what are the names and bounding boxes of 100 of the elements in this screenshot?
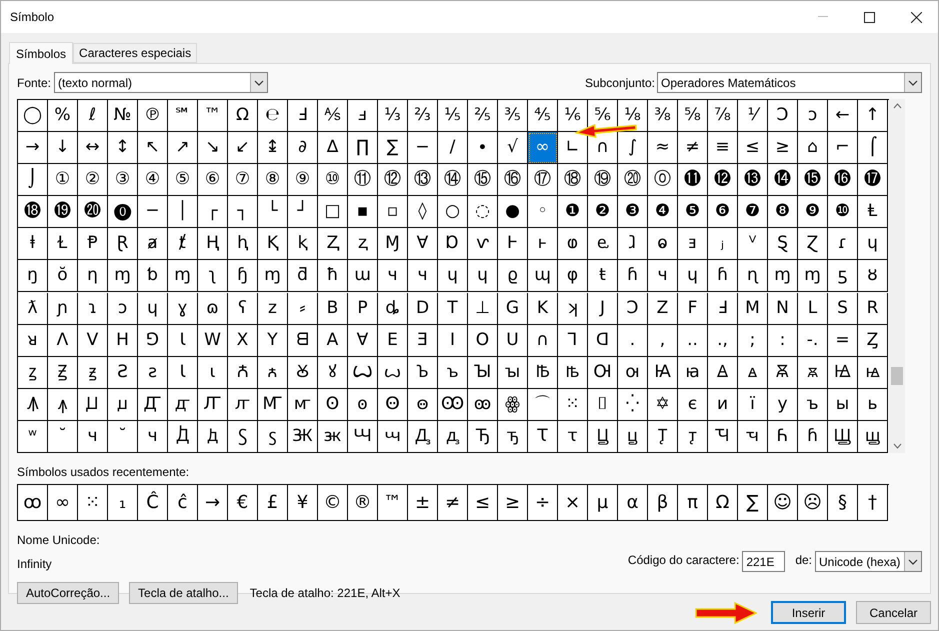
symbol[interactable]: ɧ bbox=[237, 267, 248, 284]
symbol[interactable]: Ꙅ bbox=[117, 364, 128, 381]
symbol[interactable]: ⑫ bbox=[384, 171, 401, 188]
scroll-up-icon[interactable] bbox=[892, 103, 902, 109]
symbol[interactable]: ɥ bbox=[867, 235, 878, 252]
symbol[interactable]: ꚗ bbox=[865, 428, 880, 445]
symbol[interactable]: ꚓ bbox=[746, 428, 759, 445]
symbol[interactable]: Ꙟ bbox=[27, 396, 38, 413]
symbol[interactable]: ы bbox=[836, 396, 850, 413]
symbol[interactable]: ⅙ bbox=[564, 107, 581, 124]
symbol[interactable]: ч bbox=[147, 428, 158, 445]
symbol[interactable]: ᗡ bbox=[596, 332, 610, 349]
symbol[interactable]: ᴚ bbox=[27, 332, 38, 349]
symbol[interactable]: ꙃ bbox=[88, 364, 96, 381]
symbol[interactable]: ч bbox=[657, 267, 668, 284]
symbol[interactable]: ƽ bbox=[838, 267, 848, 284]
symbol[interactable]: ꚏ bbox=[627, 428, 638, 445]
symbol[interactable]: ∏ bbox=[356, 139, 369, 156]
symbol[interactable]: ꙁ bbox=[28, 364, 36, 381]
symbol[interactable]: Ꙫ bbox=[385, 396, 400, 413]
symbol[interactable]: ꙉ bbox=[267, 364, 278, 381]
symbol[interactable]: ⅍ bbox=[324, 107, 341, 124]
maximize-icon[interactable] bbox=[864, 12, 875, 22]
symbol[interactable]: . bbox=[630, 332, 636, 349]
char-code-field[interactable]: 221E bbox=[742, 551, 786, 572]
symbol[interactable]: ɥ bbox=[687, 267, 698, 284]
symbol[interactable]: ɷ bbox=[206, 300, 219, 317]
symbol[interactable]: у bbox=[777, 396, 788, 413]
symbol[interactable]: Ꚃ bbox=[238, 428, 247, 445]
symbol[interactable]: ◯ bbox=[22, 107, 42, 124]
symbol[interactable]: ⅘ bbox=[534, 107, 551, 124]
symbol[interactable]: ⓳ bbox=[54, 203, 71, 220]
symbol[interactable]: ꙇ bbox=[210, 364, 216, 381]
symbol[interactable]: ❶ bbox=[564, 203, 580, 220]
symbol[interactable]: ④ bbox=[144, 171, 160, 188]
symbol[interactable]: Ꙓ bbox=[536, 364, 550, 381]
symbol[interactable]: Ꚋ bbox=[476, 428, 490, 445]
symbol[interactable]: ɾ bbox=[838, 235, 847, 252]
symbol[interactable]: Ꙑ bbox=[474, 364, 492, 381]
symbol[interactable]: Ȿ bbox=[777, 235, 788, 252]
dialog-button[interactable]: Cancelar bbox=[856, 601, 931, 624]
symbol[interactable]: ⱻ bbox=[688, 235, 697, 252]
symbol[interactable]: ❽ bbox=[774, 203, 790, 220]
close-icon[interactable] bbox=[911, 12, 922, 22]
symbol[interactable]: ˘ bbox=[118, 428, 127, 445]
symbol[interactable]: ⱹ bbox=[628, 235, 636, 252]
symbol[interactable]: ꙍ bbox=[384, 364, 402, 381]
symbol[interactable]: ⑨ bbox=[294, 171, 310, 188]
subset-dropdown[interactable]: Operadores Matemáticos bbox=[657, 72, 922, 93]
code-type-dropdown[interactable]: Unicode (hexa) bbox=[815, 551, 922, 572]
symbol[interactable]: ↔ bbox=[85, 139, 100, 156]
symbol[interactable]: ∑ bbox=[386, 139, 398, 156]
action-button[interactable]: AutoCorreção... bbox=[17, 582, 120, 604]
symbol[interactable]: ⑩ bbox=[324, 171, 340, 188]
symbol[interactable]: ꙝ bbox=[866, 364, 880, 381]
font-dropdown[interactable]: (texto normal) bbox=[54, 72, 268, 93]
symbol[interactable]: ⅝ bbox=[684, 107, 701, 124]
symbol[interactable]: Ꚓ bbox=[715, 428, 730, 445]
symbol[interactable]: ∀ bbox=[356, 332, 368, 349]
symbol[interactable]: ⑥ bbox=[204, 171, 220, 188]
symbol[interactable]: ⓰ bbox=[834, 171, 851, 188]
symbol[interactable]: Ꙃ bbox=[58, 364, 68, 381]
symbol[interactable]: ꚉ bbox=[446, 428, 458, 445]
symbol[interactable]: ∕ bbox=[450, 139, 456, 156]
symbol[interactable]: ϱ bbox=[507, 267, 518, 284]
symbol[interactable]: ꙋ bbox=[328, 364, 336, 381]
symbol[interactable]: ⑳ bbox=[624, 171, 641, 188]
symbol[interactable]: Ꚑ bbox=[658, 428, 667, 445]
symbol[interactable]: ◌ bbox=[475, 203, 490, 220]
symbol[interactable]: F bbox=[688, 300, 698, 317]
symbol[interactable]: ꙗ bbox=[685, 364, 700, 381]
symbol[interactable]: ɱ bbox=[774, 267, 791, 284]
symbol[interactable]: ꙏ bbox=[447, 364, 458, 381]
symbol[interactable]: Ꚇ bbox=[354, 428, 372, 445]
symbol[interactable]: ˘ bbox=[58, 428, 67, 445]
symbol[interactable]: ◦ bbox=[537, 203, 548, 220]
symbol[interactable]: ⱬ bbox=[358, 235, 367, 252]
symbol[interactable]: ꙩ bbox=[357, 396, 368, 413]
symbol[interactable]: Ꙗ bbox=[654, 364, 671, 381]
symbol[interactable]: ʕ bbox=[238, 300, 247, 317]
symbol[interactable]: ɿ bbox=[88, 300, 97, 317]
symbol[interactable]: ⱪ bbox=[298, 235, 308, 252]
symbol[interactable]: ⅖ bbox=[474, 107, 491, 124]
symbol[interactable]: ⑪ bbox=[354, 171, 371, 188]
symbol[interactable]: W bbox=[204, 332, 221, 349]
symbol[interactable]: ⅂ bbox=[568, 332, 578, 349]
symbol[interactable]: ȣ bbox=[867, 267, 878, 284]
symbol[interactable]: ∙ bbox=[477, 139, 488, 156]
symbol[interactable]: ∩ bbox=[536, 332, 549, 349]
symbol[interactable]: ⱸ bbox=[597, 235, 608, 252]
symbol[interactable]: ⱼ bbox=[721, 235, 724, 252]
symbol[interactable]: ⌒ bbox=[534, 396, 551, 413]
symbol[interactable]: ⱥ bbox=[147, 235, 158, 252]
symbol[interactable]: ⑯ bbox=[504, 171, 521, 188]
symbol[interactable]: Ꚅ bbox=[292, 428, 312, 445]
scrollbar-thumb[interactable] bbox=[891, 367, 903, 385]
symbol[interactable]: , bbox=[660, 332, 666, 349]
symbol[interactable]: ꙧ bbox=[294, 396, 312, 413]
symbol[interactable]: ❼ bbox=[744, 203, 760, 220]
symbol[interactable]: ї bbox=[750, 396, 755, 413]
